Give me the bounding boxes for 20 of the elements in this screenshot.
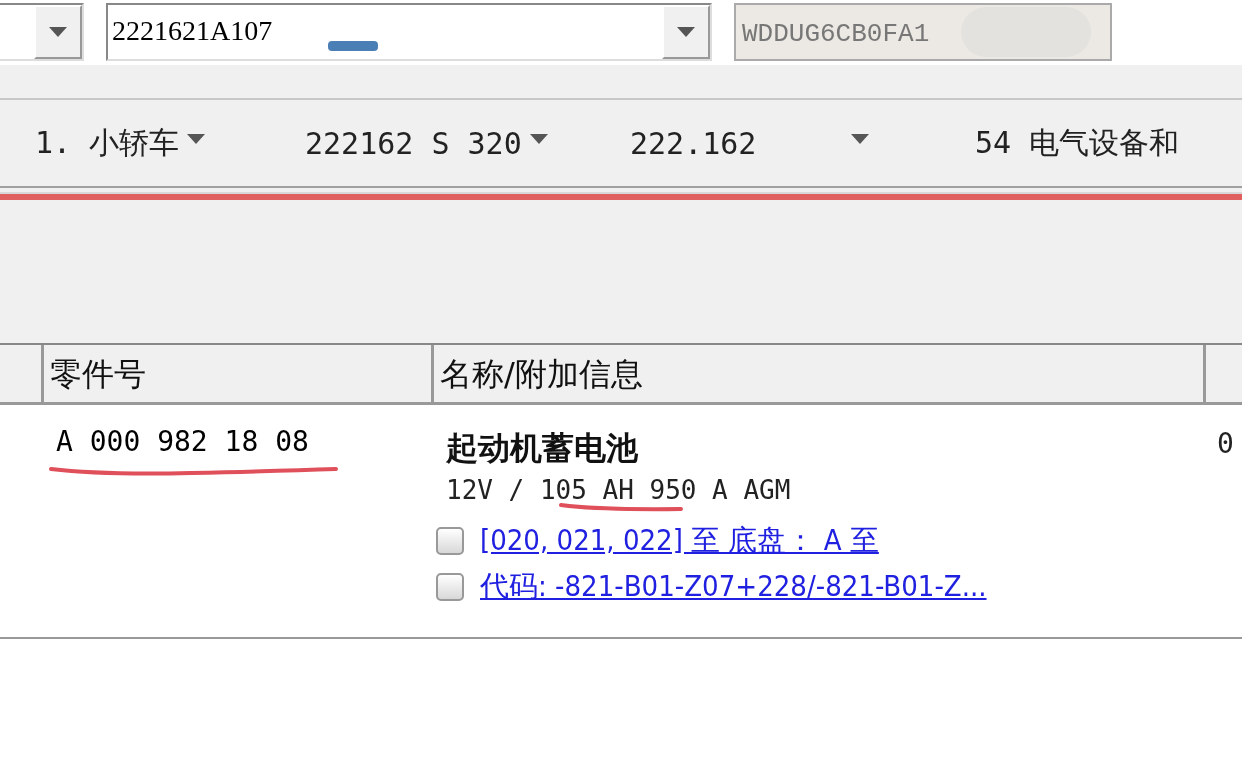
part-info: 12V / 105 AH 950 A AGM — [446, 475, 792, 505]
breadcrumb-dropdown[interactable]: 222.162 — [630, 125, 975, 161]
document-icon — [436, 573, 464, 601]
breadcrumb-dropdown[interactable]: 222162 S 320 — [305, 125, 630, 161]
model-combo-field[interactable]: 2221621A107 — [106, 3, 712, 61]
note-link[interactable]: [020, 021, 022] 至 底盘： A 至 — [480, 521, 879, 561]
column-header[interactable]: 零件号 — [41, 345, 431, 402]
part-name: 起动机蓄电池 — [446, 428, 639, 469]
redaction-mark — [328, 41, 378, 51]
part-number: A 000 982 18 08 — [56, 425, 309, 458]
document-icon — [436, 527, 464, 555]
breadcrumb-dropdown[interactable]: 1. 小轿车 — [35, 122, 305, 164]
breadcrumb-dropdown[interactable]: 54 电气设备和 — [975, 122, 1180, 164]
column-header[interactable]: 名称/附加信息 — [431, 345, 1203, 402]
dropdown-arrow-icon — [49, 27, 67, 37]
note-link[interactable]: 代码: -821-B01-Z07+228/-821-B01-Z... — [480, 567, 987, 607]
dropdown-arrow-icon — [677, 27, 695, 37]
quantity: 0 — [1216, 426, 1235, 462]
dropdown-field[interactable] — [0, 3, 84, 61]
vin-field[interactable]: WDDUG6CB0FA1 — [734, 3, 1112, 61]
